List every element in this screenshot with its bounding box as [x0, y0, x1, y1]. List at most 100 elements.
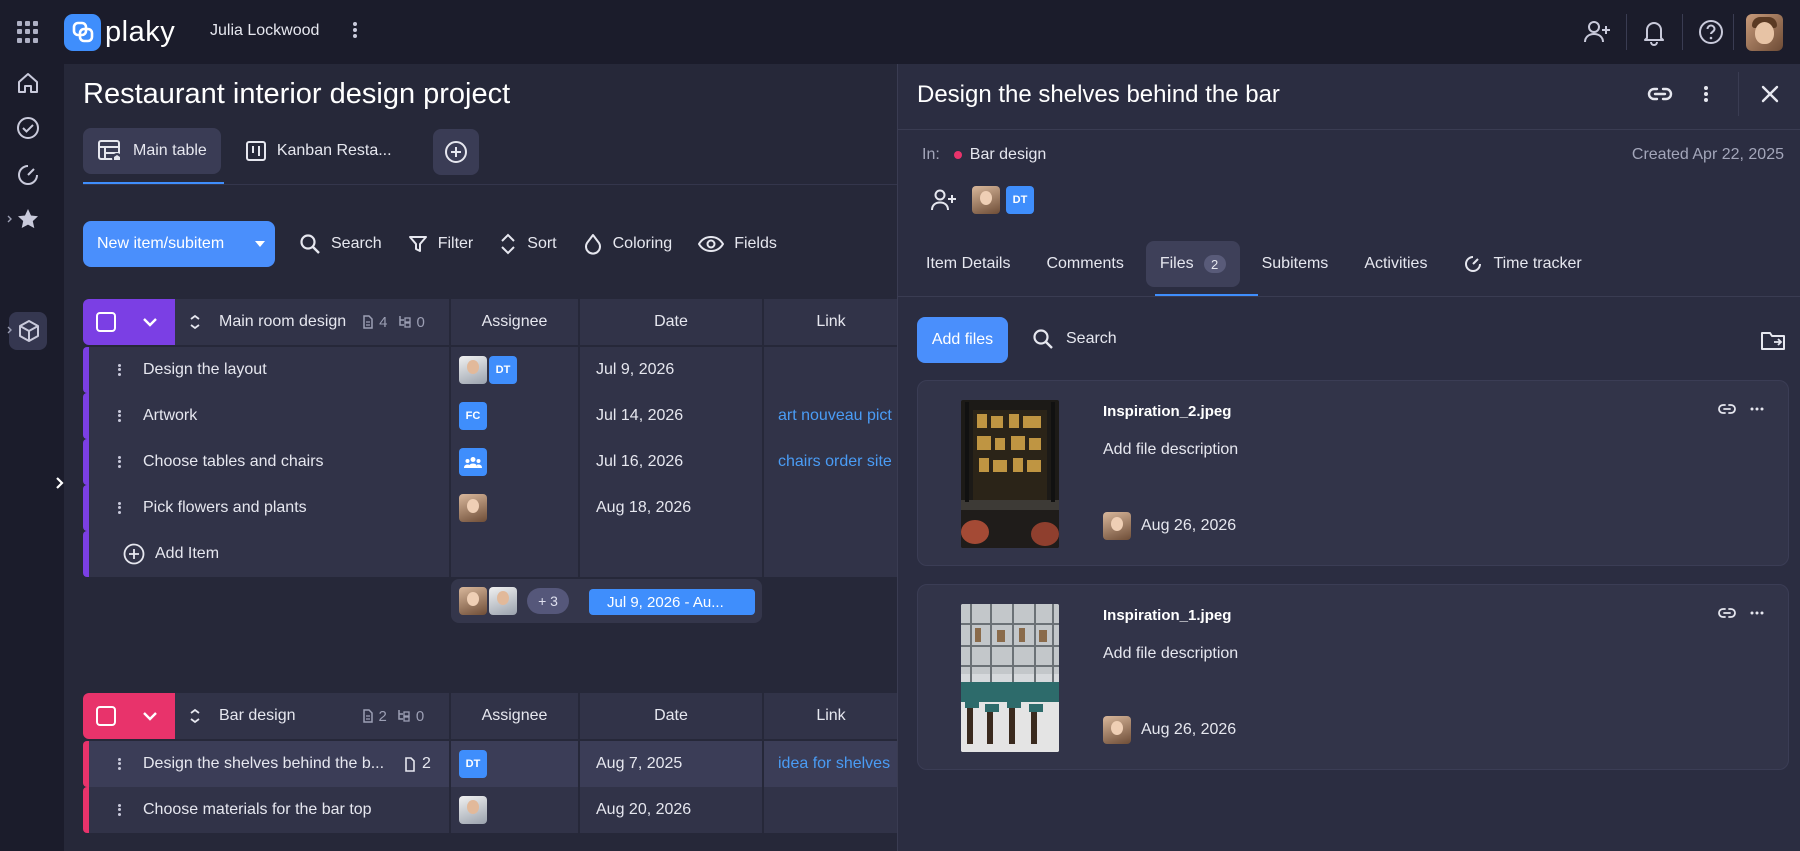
workspaces-expand-icon[interactable]	[7, 326, 13, 334]
file-more-icon[interactable]	[1750, 407, 1764, 411]
date-cell[interactable]: Aug 7, 2025	[580, 741, 762, 787]
tab-time-tracker[interactable]: Time tracker	[1449, 241, 1595, 287]
assignee-cell[interactable]	[451, 485, 578, 531]
member-avatar[interactable]	[972, 186, 1000, 214]
row-menu-icon[interactable]	[117, 362, 121, 378]
link-cell[interactable]: art nouveau pict	[764, 393, 898, 439]
table-row[interactable]: Artwork FC Jul 14, 2026 art nouveau pict	[83, 393, 898, 439]
file-more-icon[interactable]	[1750, 611, 1764, 615]
home-icon[interactable]	[15, 70, 41, 96]
column-header-assignee[interactable]: Assignee	[451, 693, 578, 739]
link-cell[interactable]	[764, 347, 898, 393]
table-row[interactable]: Choose materials for the bar top Aug 20,…	[83, 787, 898, 833]
date-cell[interactable]: Jul 16, 2026	[580, 439, 762, 485]
workspace-more-icon[interactable]	[352, 20, 358, 44]
add-item-row[interactable]: Add Item	[83, 531, 898, 577]
collapse-all-icon[interactable]	[189, 708, 201, 724]
link-cell[interactable]: chairs order site	[764, 439, 898, 485]
tab-main-table[interactable]: Main table	[83, 128, 221, 174]
column-header-link[interactable]: Link	[764, 693, 898, 739]
new-item-button[interactable]: New item/subitem	[83, 221, 275, 267]
workspace-user-name[interactable]: Julia Lockwood	[210, 22, 319, 40]
link-cell[interactable]	[764, 787, 898, 833]
group-select-checkbox[interactable]	[96, 706, 116, 726]
row-menu-icon[interactable]	[117, 802, 121, 818]
group-select-checkbox[interactable]	[96, 312, 116, 332]
item-title[interactable]: Design the shelves behind the bar	[917, 81, 1280, 109]
group-collapse-chevron-icon[interactable]	[141, 707, 159, 725]
item-name-cell[interactable]: Choose materials for the bar top	[89, 787, 449, 833]
column-header-date[interactable]: Date	[580, 693, 762, 739]
column-header-link[interactable]: Link	[764, 299, 898, 345]
favorites-star-icon[interactable]	[15, 206, 41, 232]
link-cell[interactable]	[764, 485, 898, 531]
my-work-check-icon[interactable]	[15, 115, 41, 141]
search-button[interactable]: Search	[299, 233, 382, 255]
time-tracker-icon[interactable]	[15, 162, 41, 188]
files-search[interactable]: Search	[1032, 328, 1117, 350]
notifications-bell-icon[interactable]	[1640, 18, 1668, 46]
file-link-icon[interactable]	[1718, 403, 1736, 415]
new-item-dropdown-icon[interactable]	[255, 241, 265, 247]
assignee-cell[interactable]	[451, 439, 578, 485]
file-thumbnail[interactable]	[961, 400, 1059, 548]
coloring-button[interactable]: Coloring	[583, 233, 672, 255]
tab-activities[interactable]: Activities	[1350, 241, 1441, 287]
group-name-cell[interactable]: Bar design 2 0	[175, 693, 449, 739]
column-header-date[interactable]: Date	[580, 299, 762, 345]
table-row[interactable]: Design the layout DT Jul 9, 2026	[83, 347, 898, 393]
row-menu-icon[interactable]	[117, 756, 121, 772]
item-name-cell[interactable]: Design the layout	[89, 347, 449, 393]
assignee-cell[interactable]: DT	[451, 741, 578, 787]
file-card[interactable]: Inspiration_1.jpeg Add file description …	[917, 584, 1789, 770]
row-menu-icon[interactable]	[117, 408, 121, 424]
file-thumbnail[interactable]	[961, 604, 1059, 752]
date-cell[interactable]: Jul 9, 2026	[580, 347, 762, 393]
link-cell[interactable]: idea for shelves	[764, 741, 898, 787]
row-menu-icon[interactable]	[117, 500, 121, 516]
file-link-icon[interactable]	[1718, 607, 1736, 619]
date-cell[interactable]: Aug 20, 2026	[580, 787, 762, 833]
help-icon[interactable]	[1697, 18, 1725, 46]
tab-subitems[interactable]: Subitems	[1248, 241, 1343, 287]
close-icon[interactable]	[1756, 80, 1784, 108]
row-menu-icon[interactable]	[117, 454, 121, 470]
copy-link-icon[interactable]	[1646, 80, 1674, 108]
file-name[interactable]: Inspiration_2.jpeg	[1103, 403, 1231, 420]
sort-button[interactable]: Sort	[499, 233, 557, 255]
date-cell[interactable]: Jul 14, 2026	[580, 393, 762, 439]
file-description[interactable]: Add file description	[1103, 645, 1238, 663]
add-view-button[interactable]	[433, 129, 479, 175]
file-name[interactable]: Inspiration_1.jpeg	[1103, 607, 1231, 624]
item-name-cell[interactable]: Artwork	[89, 393, 449, 439]
invite-user-icon[interactable]	[1583, 18, 1611, 46]
tab-comments[interactable]: Comments	[1032, 241, 1137, 287]
table-row[interactable]: Pick flowers and plants Aug 18, 2026	[83, 485, 898, 531]
assignee-cell[interactable]	[451, 787, 578, 833]
table-row[interactable]: Choose tables and chairs Jul 16, 2026 ch…	[83, 439, 898, 485]
column-header-assignee[interactable]: Assignee	[451, 299, 578, 345]
add-files-button[interactable]: Add files	[917, 317, 1008, 363]
fields-button[interactable]: Fields	[698, 235, 777, 253]
assignee-cell[interactable]: FC	[451, 393, 578, 439]
apps-grid-icon[interactable]	[17, 21, 39, 43]
tab-item-details[interactable]: Item Details	[912, 241, 1024, 287]
add-item-button[interactable]: Add Item	[89, 531, 449, 577]
item-name-cell[interactable]: Choose tables and chairs	[89, 439, 449, 485]
item-files-count[interactable]: 2	[404, 755, 431, 773]
member-avatar-initials[interactable]: DT	[1006, 186, 1034, 214]
assignee-cell[interactable]: DT	[451, 347, 578, 393]
favorites-expand-icon[interactable]	[7, 215, 13, 223]
panel-more-icon[interactable]	[1703, 84, 1709, 106]
date-cell[interactable]: Aug 18, 2026	[580, 485, 762, 531]
plaky-logo[interactable]: plaky	[64, 13, 175, 51]
group-name-cell[interactable]: Main room design 4 0	[175, 299, 449, 345]
user-avatar[interactable]	[1746, 14, 1783, 51]
boards-cube-icon[interactable]	[16, 318, 42, 344]
tab-files[interactable]: Files 2	[1145, 241, 1240, 287]
item-group-name[interactable]: Bar design	[970, 146, 1047, 164]
tab-kanban[interactable]: Kanban Resta...	[231, 128, 406, 174]
add-member-icon[interactable]	[930, 188, 958, 212]
move-to-folder-icon[interactable]	[1760, 328, 1786, 352]
more-assignees-badge[interactable]: + 3	[527, 588, 569, 614]
